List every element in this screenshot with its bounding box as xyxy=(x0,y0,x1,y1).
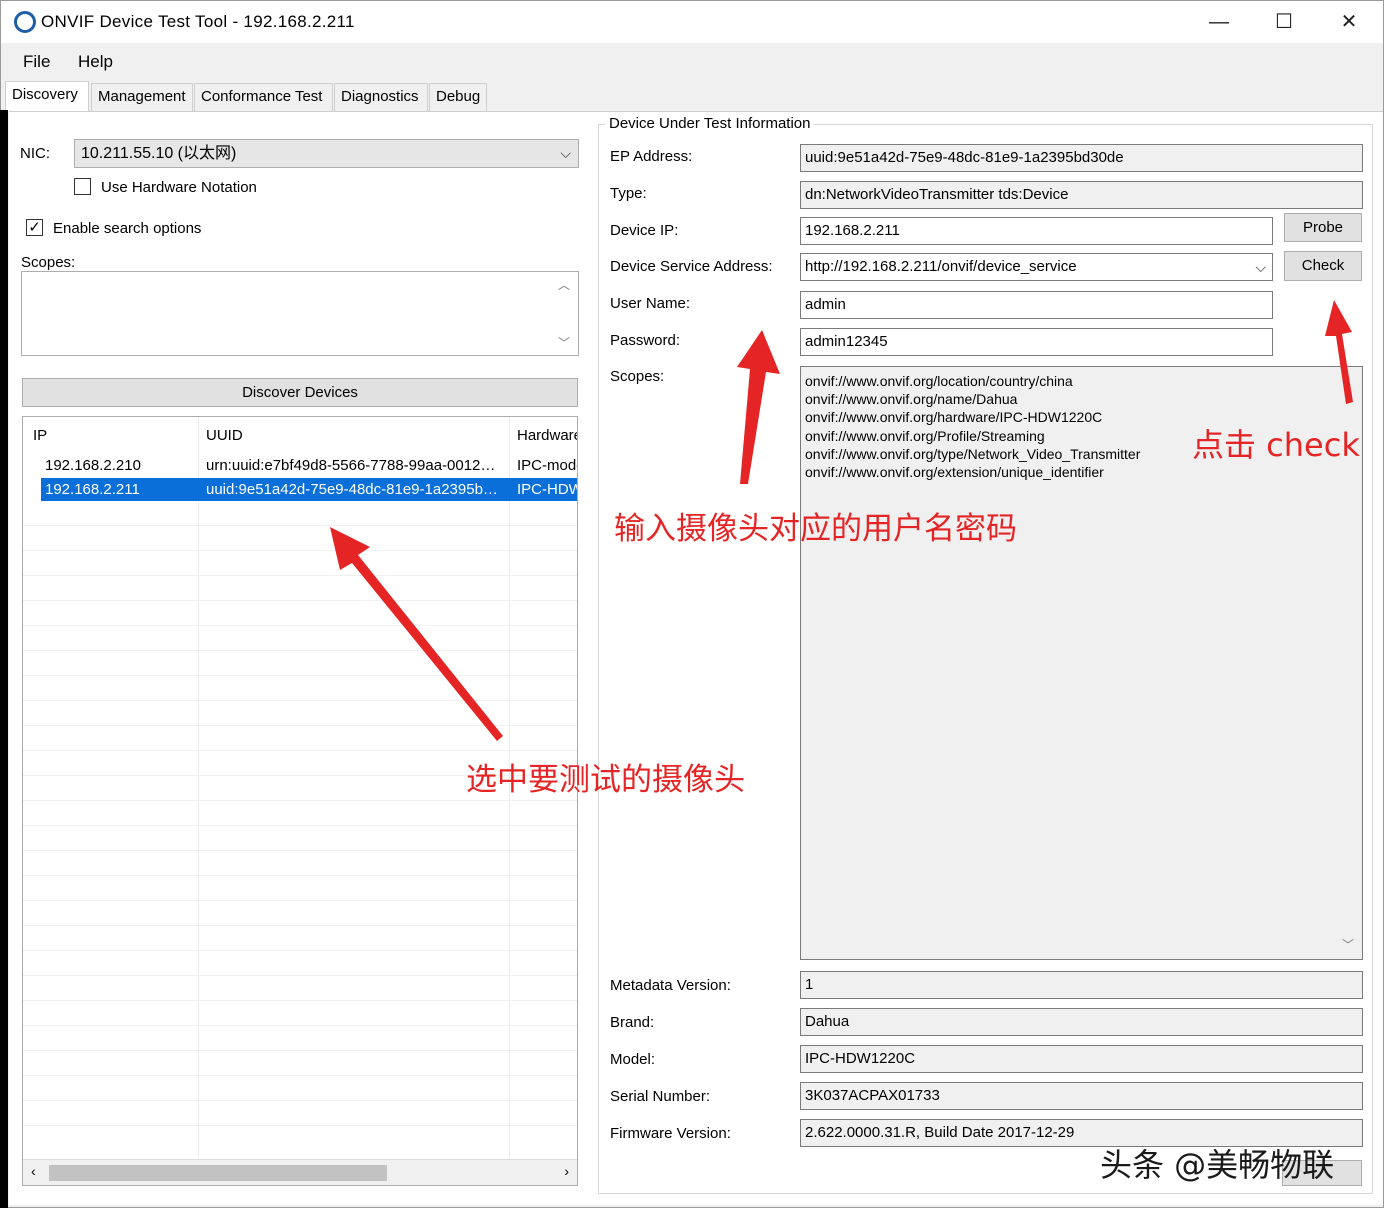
arrow-click-check xyxy=(1325,300,1353,404)
arrow-enter-credentials xyxy=(737,330,780,484)
annotation-enter-credentials: 输入摄像头对应的用户名密码 xyxy=(614,511,1017,547)
arrow-select-camera xyxy=(330,527,503,741)
watermark: 头条 @美畅物联 xyxy=(1100,1146,1335,1184)
annotation-click-check: 点击 check xyxy=(1192,426,1360,464)
annotation-select-camera: 选中要测试的摄像头 xyxy=(466,762,745,798)
annotation-arrows xyxy=(330,300,1353,741)
